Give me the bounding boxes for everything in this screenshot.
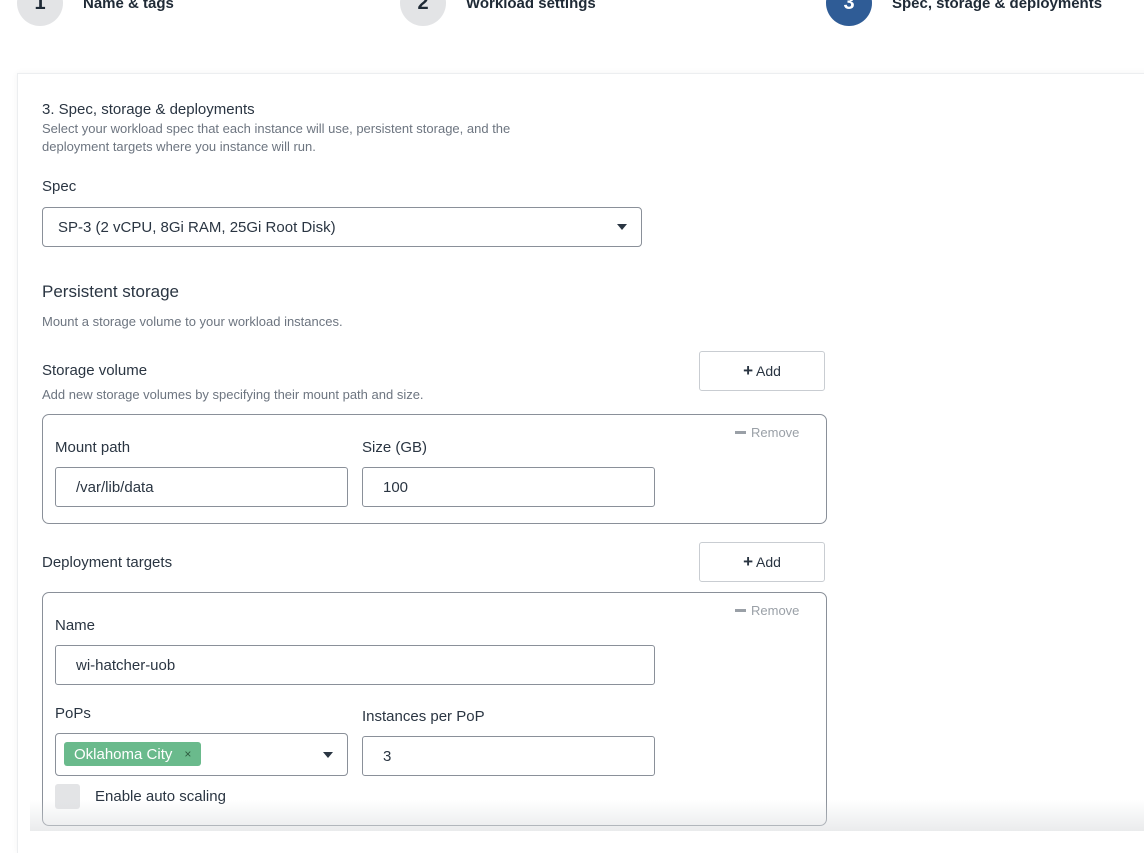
plus-icon: + — [743, 552, 753, 571]
target-name-input[interactable]: wi-hatcher-uob — [55, 645, 655, 685]
instances-per-pop-input[interactable]: 3 — [362, 736, 655, 776]
instances-per-pop-label: Instances per PoP — [362, 708, 485, 725]
size-value: 100 — [383, 478, 409, 496]
deployment-targets-label: Deployment targets — [42, 554, 173, 571]
step-3[interactable]: 3 Spec, storage & deployments — [826, 0, 1102, 26]
pops-label: PoPs — [55, 705, 91, 722]
pop-tag: Oklahoma City × — [64, 742, 202, 766]
remove-storage-volume-label: Remove — [751, 425, 800, 440]
remove-storage-volume-button[interactable]: Remove — [735, 425, 799, 440]
chevron-down-icon — [617, 224, 627, 230]
minus-icon — [735, 609, 746, 612]
add-storage-volume-label: Add — [756, 363, 781, 379]
add-deployment-target-label: Add — [756, 554, 781, 570]
bottom-shadow — [30, 800, 1144, 831]
section-description-line1: Select your workload spec that each inst… — [42, 121, 511, 136]
wizard-stepper: 1 Name & tags 2 Workload settings 3 Spec… — [0, 0, 1144, 40]
spec-label: Spec — [42, 178, 77, 195]
storage-volume-description: Add new storage volumes by specifying th… — [42, 387, 424, 402]
spec-selected-value: SP-3 (2 vCPU, 8Gi RAM, 25Gi Root Disk) — [58, 218, 336, 236]
persistent-storage-description: Mount a storage volume to your workload … — [42, 314, 343, 329]
minus-icon — [735, 431, 746, 434]
size-input[interactable]: 100 — [362, 467, 655, 507]
pop-tag-label: Oklahoma City — [74, 745, 173, 763]
remove-deployment-target-button[interactable]: Remove — [735, 603, 799, 618]
size-label: Size (GB) — [362, 439, 428, 456]
mount-path-input[interactable]: /var/lib/data — [55, 467, 348, 507]
section-description-line2: deployment targets where you instance wi… — [42, 139, 316, 154]
tag-remove-icon[interactable]: × — [184, 747, 191, 761]
section-title: 3. Spec, storage & deployments — [42, 101, 255, 118]
step-2[interactable]: 2 Workload settings — [400, 0, 596, 26]
add-deployment-target-button[interactable]: + Add — [699, 542, 825, 582]
plus-icon: + — [743, 361, 753, 380]
remove-deployment-target-label: Remove — [751, 603, 800, 618]
step-3-number: 3 — [826, 0, 872, 26]
chevron-down-icon — [323, 751, 333, 758]
step-1-number: 1 — [17, 0, 63, 26]
mount-path-value: /var/lib/data — [76, 478, 154, 496]
target-name-label: Name — [55, 617, 96, 634]
spec-select[interactable]: SP-3 (2 vCPU, 8Gi RAM, 25Gi Root Disk) — [42, 207, 642, 247]
step-1-label: Name & tags — [83, 0, 174, 12]
instances-per-pop-value: 3 — [383, 747, 392, 765]
step-2-number: 2 — [400, 0, 446, 26]
add-storage-volume-button[interactable]: + Add — [699, 351, 825, 391]
mount-path-label: Mount path — [55, 439, 131, 456]
step-2-label: Workload settings — [466, 0, 596, 12]
step-1[interactable]: 1 Name & tags — [17, 0, 174, 26]
persistent-storage-title: Persistent storage — [42, 282, 180, 301]
step-3-label: Spec, storage & deployments — [892, 0, 1103, 12]
storage-volume-label: Storage volume — [42, 362, 148, 379]
target-name-value: wi-hatcher-uob — [76, 656, 176, 674]
